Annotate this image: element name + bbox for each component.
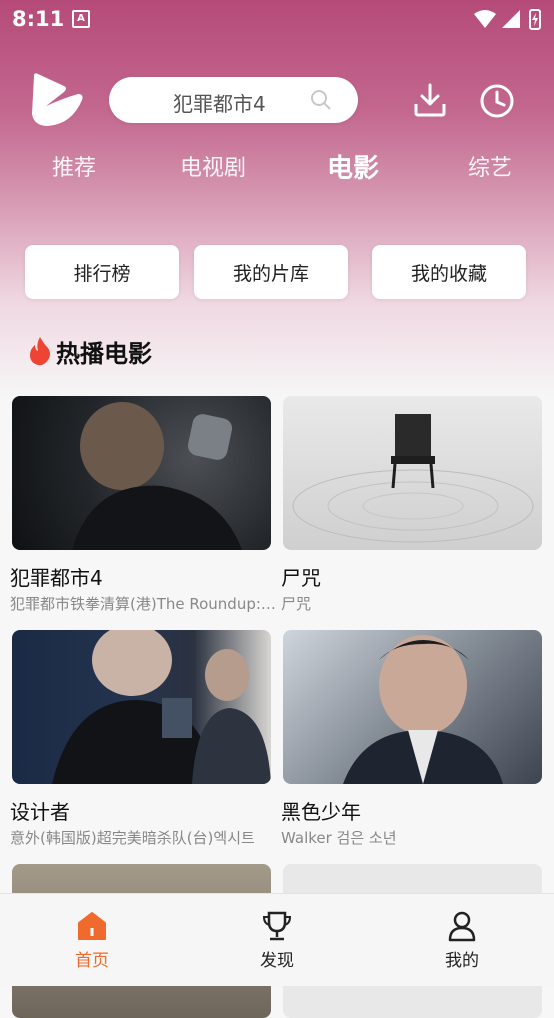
home-icon xyxy=(78,912,106,940)
download-icon[interactable] xyxy=(412,82,448,118)
flame-icon xyxy=(30,337,50,366)
nav-profile-label: 我的 xyxy=(445,951,479,971)
app-logo-icon[interactable] xyxy=(28,70,88,130)
movie-subtitle: 犯罪都市铁拳清算(港)The Roundup: Punishment xyxy=(10,595,278,613)
user-icon xyxy=(448,911,476,942)
search-input[interactable]: 犯罪都市4 xyxy=(173,88,266,117)
status-bar: 8:11 A xyxy=(0,0,554,40)
status-time: 8:11 xyxy=(12,7,65,31)
history-icon[interactable] xyxy=(478,82,516,120)
my-favorites-button[interactable]: 我的收藏 xyxy=(372,245,526,299)
nav-discover[interactable]: 发现 xyxy=(217,894,337,986)
nav-discover-label: 发现 xyxy=(260,951,294,971)
trophy-icon xyxy=(262,911,292,941)
movie-poster[interactable] xyxy=(12,396,271,550)
movie-card[interactable]: 尸咒 尸咒 xyxy=(281,396,542,613)
movie-title: 犯罪都市4 xyxy=(10,566,103,590)
movie-card[interactable]: 犯罪都市4 犯罪都市铁拳清算(港)The Roundup: Punishment xyxy=(10,396,278,613)
ranking-button[interactable]: 排行榜 xyxy=(25,245,179,299)
my-library-button[interactable]: 我的片库 xyxy=(194,245,348,299)
tab-tv-series[interactable]: 电视剧 xyxy=(180,150,246,182)
bottom-navigation: 首页 发现 我的 xyxy=(0,893,554,986)
tab-movies[interactable]: 电影 xyxy=(327,148,379,185)
movie-card[interactable]: 设计者 意外(韩国版)超完美暗杀队(台)엑시트 xyxy=(10,630,271,847)
search-bar[interactable]: 犯罪都市4 xyxy=(109,77,358,123)
movie-card[interactable]: 黑色少年 Walker 검은 소년 xyxy=(281,630,542,847)
movie-subtitle: 尸咒 xyxy=(281,595,312,613)
nav-profile[interactable]: 我的 xyxy=(402,894,522,986)
movie-poster[interactable] xyxy=(283,396,542,550)
tab-recommend[interactable]: 推荐 xyxy=(52,150,96,182)
search-icon[interactable] xyxy=(309,88,333,112)
status-notification-icon: A xyxy=(72,10,90,28)
section-title: 热播电影 xyxy=(56,339,152,368)
movie-poster[interactable] xyxy=(283,630,542,784)
hot-movies-header: 热播电影 xyxy=(28,334,152,368)
movie-title: 设计者 xyxy=(10,800,70,824)
movie-title: 黑色少年 xyxy=(281,800,361,824)
movie-subtitle: 意外(韩国版)超完美暗杀队(台)엑시트 xyxy=(10,829,255,847)
movie-subtitle: Walker 검은 소년 xyxy=(281,829,397,847)
movie-title: 尸咒 xyxy=(281,566,321,590)
tab-variety[interactable]: 综艺 xyxy=(468,150,512,182)
nav-home[interactable]: 首页 xyxy=(32,894,152,986)
movie-poster[interactable] xyxy=(12,630,271,784)
status-system-icons xyxy=(474,9,541,30)
nav-home-label: 首页 xyxy=(75,951,109,971)
